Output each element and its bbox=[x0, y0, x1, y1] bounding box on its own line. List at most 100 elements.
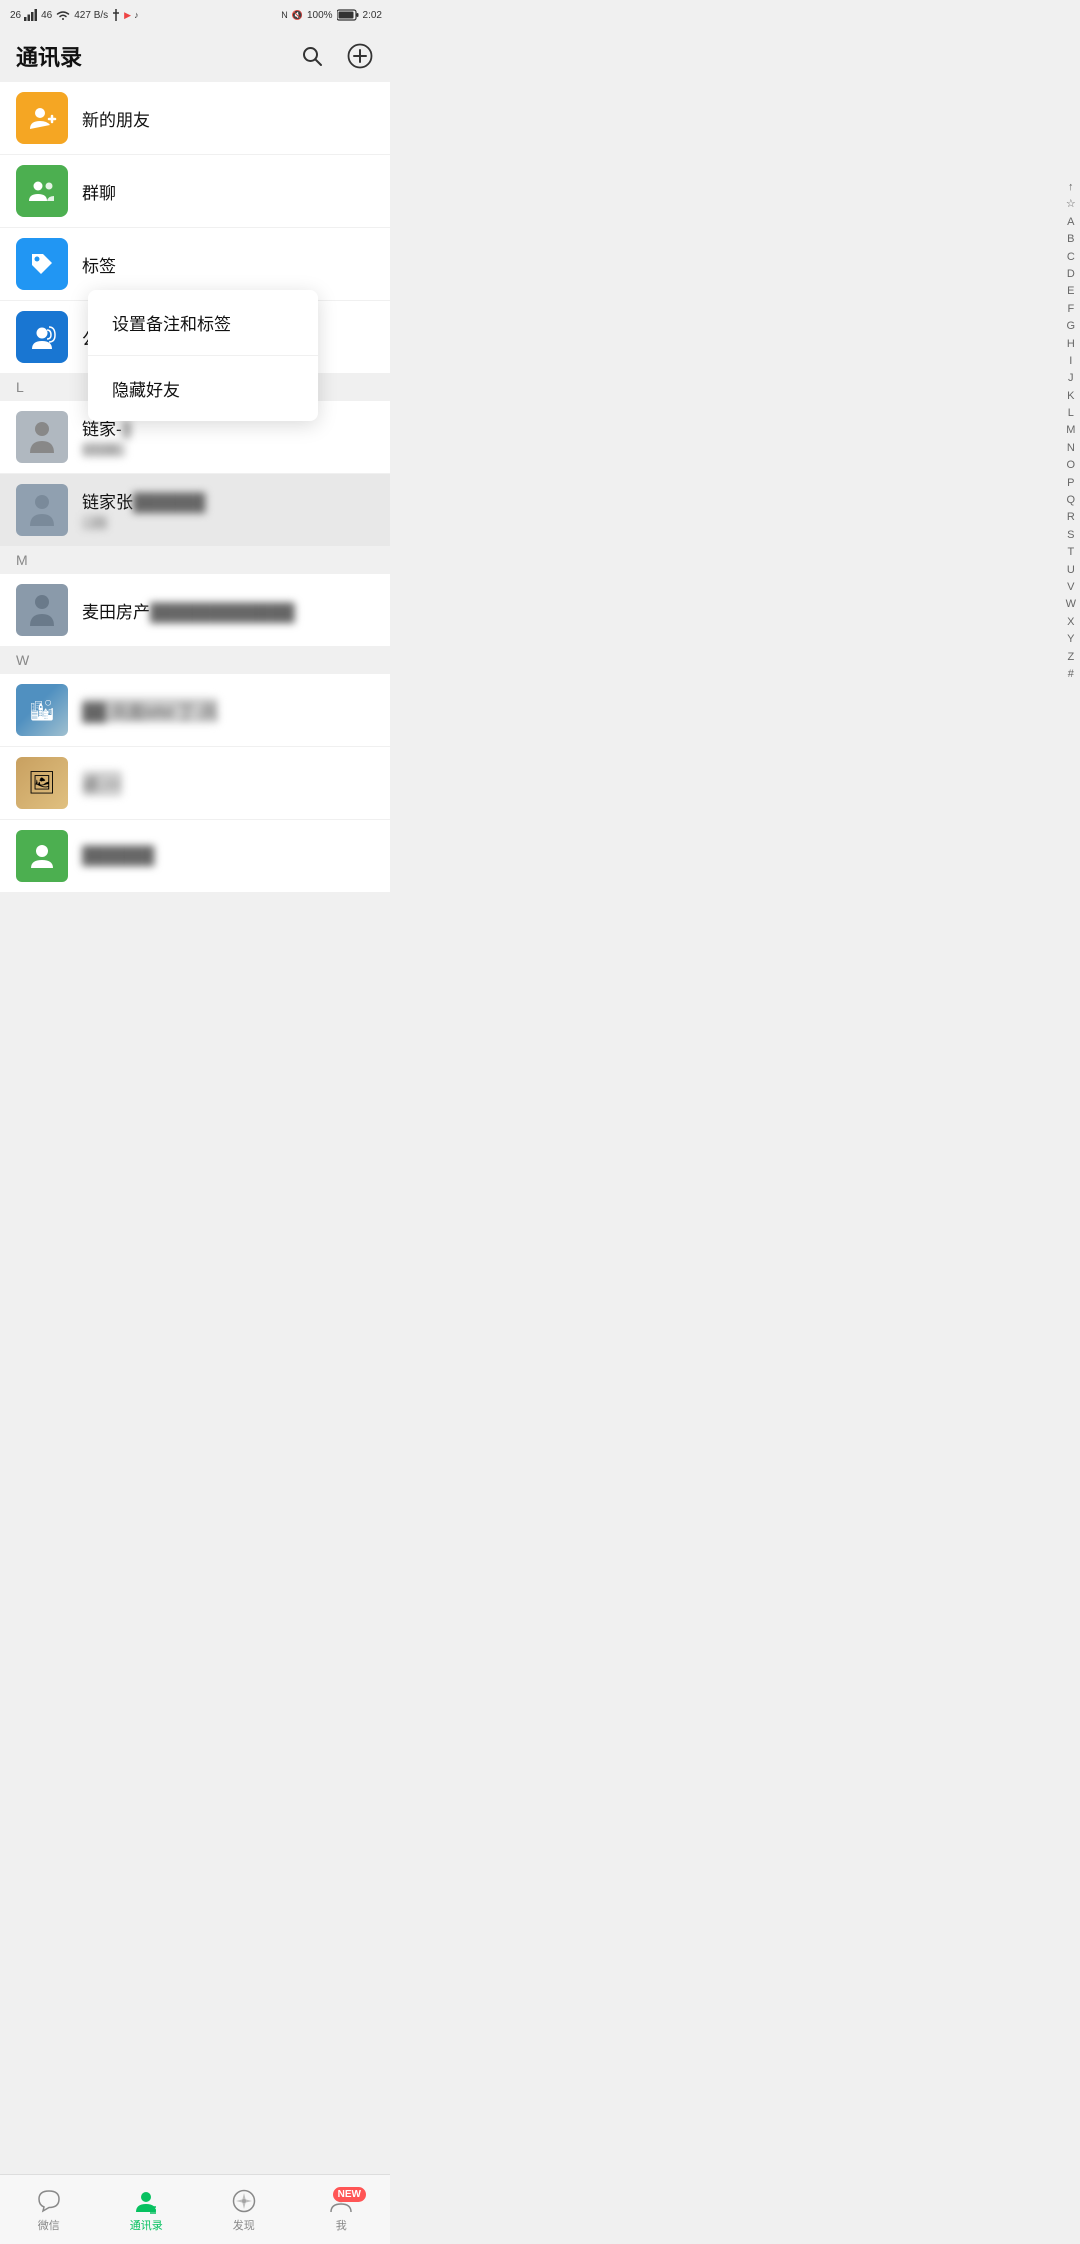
w2-item[interactable]: 🖼 卓·一 bbox=[0, 747, 390, 820]
alpha-w[interactable]: W bbox=[1066, 597, 1076, 612]
alpha-k[interactable]: K bbox=[1067, 389, 1074, 404]
bottom-nav: 微信 通讯录 发现 bbox=[0, 2174, 390, 2244]
alpha-d[interactable]: D bbox=[1067, 267, 1075, 282]
nav-weixin-icon bbox=[35, 2187, 63, 2215]
header-actions bbox=[298, 42, 374, 70]
public-account-icon bbox=[16, 311, 68, 363]
person-silhouette2 bbox=[27, 492, 57, 528]
w2-name: 卓·一 bbox=[82, 771, 122, 796]
alpha-index: ↑ ☆ A B C D E F G H I J K L M N O P Q R … bbox=[1066, 180, 1076, 682]
alpha-z[interactable]: Z bbox=[1067, 650, 1074, 665]
maitian-item[interactable]: 麦田房产 ████████████ bbox=[0, 574, 390, 646]
group-chat-item[interactable]: 群聊 bbox=[0, 155, 390, 228]
w3-name: ██████ bbox=[82, 846, 154, 866]
w3-avatar bbox=[16, 830, 68, 882]
w1-avatar: 🏙 bbox=[16, 684, 68, 736]
section-m-contacts: 麦田房产 ████████████ bbox=[0, 574, 390, 646]
search-icon bbox=[300, 44, 324, 68]
maitian-info: 麦田房产 ████████████ bbox=[82, 598, 374, 623]
contacts-icon bbox=[133, 2188, 159, 2214]
nav-discover[interactable]: 发现 bbox=[195, 2187, 293, 2233]
hide-friend-item[interactable]: 隐藏好友 bbox=[88, 356, 318, 421]
network-type: 46 bbox=[41, 10, 52, 21]
lianjia2-item[interactable]: 链家张 ██████ ...21 bbox=[0, 474, 390, 546]
nav-me[interactable]: NEW 我 bbox=[293, 2187, 391, 2233]
alpha-star[interactable]: ☆ bbox=[1066, 197, 1076, 212]
section-w: W bbox=[0, 646, 390, 674]
w1-item[interactable]: 🏙 ██ 凤凰MM 丁·凤 bbox=[0, 674, 390, 747]
wifi-icon bbox=[55, 9, 71, 21]
group-chat-icon bbox=[16, 165, 68, 217]
battery-text: 100% bbox=[307, 10, 333, 21]
alpha-r[interactable]: R bbox=[1067, 510, 1075, 525]
alpha-i[interactable]: I bbox=[1069, 354, 1072, 369]
speed-text: 427 B/s bbox=[74, 10, 108, 21]
notif-icon2: ♪ bbox=[134, 10, 139, 20]
tags-label: 标签 bbox=[82, 252, 116, 277]
alpha-l[interactable]: L bbox=[1068, 406, 1074, 421]
section-w-contacts: 🏙 ██ 凤凰MM 丁·凤 🖼 卓·一 bbox=[0, 674, 390, 892]
w3-icon bbox=[28, 842, 56, 870]
alpha-j[interactable]: J bbox=[1068, 371, 1074, 386]
nav-weixin[interactable]: 微信 bbox=[0, 2187, 98, 2233]
alpha-g[interactable]: G bbox=[1067, 319, 1076, 334]
section-w-label: W bbox=[16, 652, 29, 668]
alpha-v[interactable]: V bbox=[1067, 580, 1074, 595]
alpha-x[interactable]: X bbox=[1067, 615, 1074, 630]
group-chat-label: 群聊 bbox=[82, 179, 116, 204]
new-friends-item[interactable]: 新的朋友 bbox=[0, 82, 390, 155]
alpha-y[interactable]: Y bbox=[1067, 632, 1074, 647]
battery-icon bbox=[337, 9, 359, 21]
alpha-e[interactable]: E bbox=[1067, 284, 1074, 299]
w3-item[interactable]: ██████ bbox=[0, 820, 390, 892]
w2-info: 卓·一 bbox=[82, 771, 374, 796]
add-button[interactable] bbox=[346, 42, 374, 70]
tag-icon bbox=[27, 249, 57, 279]
alpha-p[interactable]: P bbox=[1067, 476, 1074, 491]
notif-icon1: ▶ bbox=[124, 10, 131, 21]
person-silhouette bbox=[27, 419, 57, 455]
section-l-contacts: 链家-3 10166.. 链家张 ██████ ...21 bbox=[0, 401, 390, 546]
alpha-up[interactable]: ↑ bbox=[1068, 180, 1074, 195]
alpha-u[interactable]: U bbox=[1067, 563, 1075, 578]
alpha-hash[interactable]: # bbox=[1068, 667, 1074, 682]
alpha-a[interactable]: A bbox=[1067, 215, 1074, 230]
w3-info: ██████ bbox=[82, 846, 374, 866]
signal-icon bbox=[24, 9, 38, 21]
alpha-c[interactable]: C bbox=[1067, 250, 1075, 265]
alpha-b[interactable]: B bbox=[1067, 232, 1074, 247]
alpha-q[interactable]: Q bbox=[1067, 493, 1076, 508]
nfc-icon: N bbox=[281, 10, 288, 20]
person-silhouette3 bbox=[27, 592, 57, 628]
alpha-m[interactable]: M bbox=[1066, 423, 1075, 438]
alpha-h[interactable]: H bbox=[1067, 337, 1075, 352]
alpha-n[interactable]: N bbox=[1067, 441, 1075, 456]
nav-discover-label: 发现 bbox=[233, 2217, 255, 2233]
usb-icon bbox=[111, 9, 121, 21]
maitian-name: 麦田房产 ████████████ bbox=[82, 598, 374, 623]
maitian-name-blur: ████████████ bbox=[150, 603, 295, 623]
nav-weixin-label: 微信 bbox=[38, 2217, 60, 2233]
alpha-t[interactable]: T bbox=[1067, 545, 1074, 560]
set-remark-item[interactable]: 设置备注和标签 bbox=[88, 290, 318, 356]
compass-icon bbox=[231, 2188, 257, 2214]
maitian-avatar bbox=[16, 584, 68, 636]
alpha-f[interactable]: F bbox=[1067, 302, 1074, 317]
lianjia1-avatar bbox=[16, 411, 68, 463]
lianjia1-info: 链家-3 10166.. bbox=[82, 415, 374, 459]
new-friends-label: 新的朋友 bbox=[82, 106, 150, 131]
search-button[interactable] bbox=[298, 42, 326, 70]
section-l-label: L bbox=[16, 379, 24, 395]
section-m-label: M bbox=[16, 552, 28, 568]
page-title: 通讯录 bbox=[16, 40, 82, 72]
nav-contacts-icon bbox=[132, 2187, 160, 2215]
nav-contacts-label: 通讯录 bbox=[130, 2217, 163, 2233]
nav-contacts[interactable]: 通讯录 bbox=[98, 2187, 196, 2233]
status-right: N 🔇 100% 2:02 bbox=[281, 9, 382, 21]
lianjia2-name: 链家张 ██████ bbox=[82, 488, 374, 513]
time-text: 2:02 bbox=[363, 10, 382, 21]
alpha-o[interactable]: O bbox=[1067, 458, 1076, 473]
w1-info: ██ 凤凰MM 丁·凤 bbox=[82, 698, 374, 723]
person-add-icon bbox=[27, 103, 57, 133]
alpha-s[interactable]: S bbox=[1067, 528, 1074, 543]
